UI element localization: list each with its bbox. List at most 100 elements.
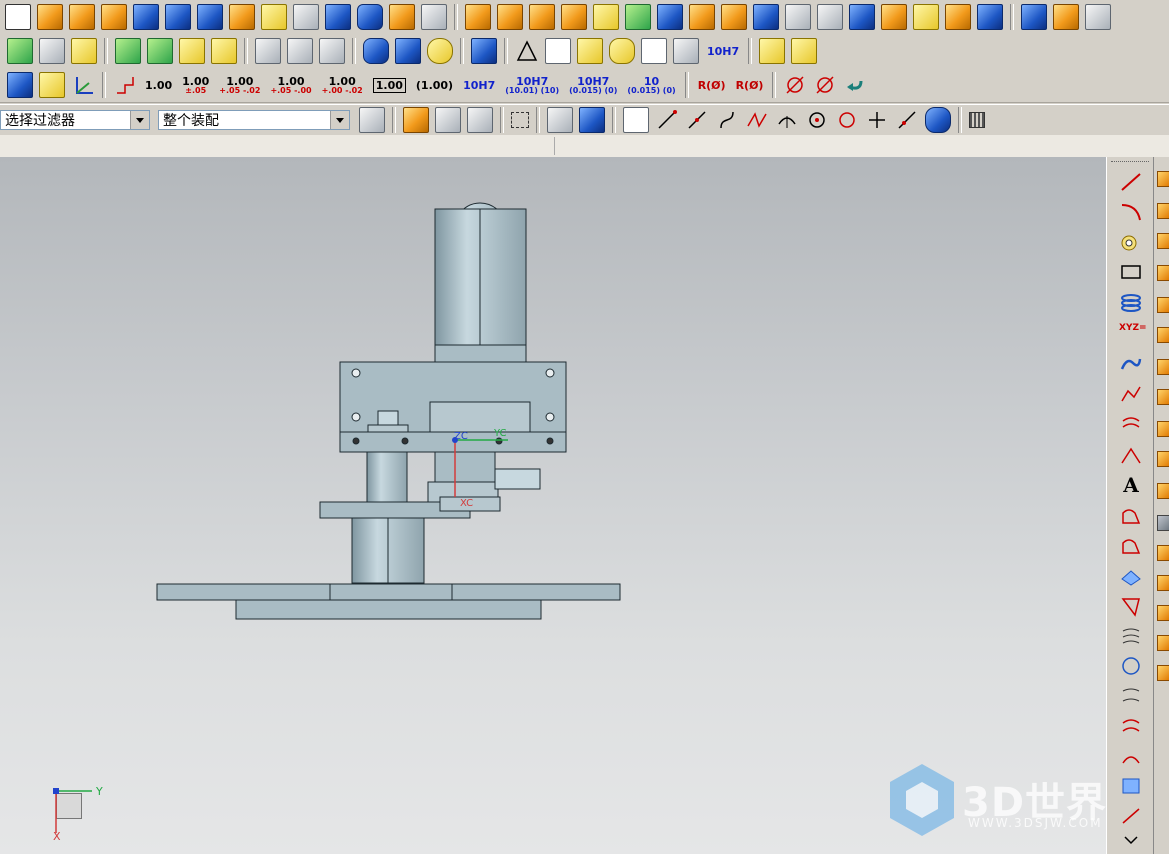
move-face-icon[interactable] (977, 4, 1003, 30)
helix-icon[interactable] (1119, 291, 1143, 313)
select-edges-icon[interactable] (467, 107, 493, 133)
brush-icon[interactable] (673, 38, 699, 64)
extract-curve-icon[interactable] (1119, 595, 1143, 617)
feature-cube-icon[interactable] (1157, 575, 1169, 591)
unite-icon[interactable] (593, 4, 619, 30)
chamfer-icon[interactable] (785, 4, 811, 30)
slot-icon[interactable] (293, 4, 319, 30)
arc-icon[interactable] (1119, 201, 1143, 223)
dim-nominal[interactable]: 1.00 (145, 80, 172, 91)
trim-body-icon[interactable] (817, 4, 843, 30)
feature-cube-icon[interactable] (1157, 359, 1169, 375)
dim-step-icon[interactable] (113, 73, 137, 97)
extend-curve-icon[interactable] (1119, 715, 1143, 737)
selection-scope-dropdown[interactable]: 整个装配 (158, 110, 350, 130)
fit-dropdown[interactable]: 10H7 (707, 46, 739, 57)
filter-settings-icon[interactable] (359, 107, 385, 133)
fillet-curve-icon[interactable] (1119, 775, 1143, 797)
washer-icon[interactable] (427, 38, 453, 64)
groove-icon[interactable] (325, 4, 351, 30)
ruled-surface-icon[interactable] (287, 38, 313, 64)
book-icon[interactable] (657, 4, 683, 30)
intersect-curve-icon[interactable] (1119, 535, 1143, 557)
snap-control-icon[interactable] (715, 108, 739, 132)
wave-surface-icon[interactable] (255, 38, 281, 64)
select-features-icon[interactable] (403, 107, 429, 133)
select-faces-icon[interactable] (435, 107, 461, 133)
dim-limit-2[interactable]: 1.00 +.05 -.00 (270, 76, 311, 95)
thread-icon[interactable] (389, 4, 415, 30)
feature-cube-icon[interactable] (1157, 297, 1169, 313)
part-navigator-icon[interactable] (7, 72, 33, 98)
cylinder-feature-icon[interactable] (165, 4, 191, 30)
dots-array-icon[interactable] (561, 4, 587, 30)
selection-filter-dropdown[interactable]: 选择过滤器 (0, 110, 150, 130)
curve-length-icon[interactable] (1119, 805, 1143, 827)
law-curve-label[interactable]: XYZ= (1119, 323, 1147, 345)
offset-face-icon[interactable] (721, 4, 747, 30)
note-icon[interactable] (641, 38, 667, 64)
subtract-icon[interactable] (625, 4, 651, 30)
circles-icon[interactable] (609, 38, 635, 64)
text-tool[interactable]: A (1119, 473, 1143, 497)
circle-icon[interactable] (1119, 231, 1143, 253)
line-icon[interactable] (1119, 171, 1143, 193)
feature-cube-icon[interactable] (1157, 483, 1169, 499)
spring-icon[interactable] (363, 38, 389, 64)
snap-intersect-icon[interactable] (745, 108, 769, 132)
move-to-layer-icon[interactable] (71, 38, 97, 64)
undo-arrow-icon[interactable] (843, 73, 867, 97)
feature-cube-icon[interactable] (1157, 203, 1169, 219)
snap-face-icon[interactable] (925, 107, 951, 133)
section-curve-icon[interactable] (1119, 565, 1143, 587)
chevron-down-icon[interactable] (1119, 833, 1143, 849)
rectangle-select-icon[interactable] (511, 112, 529, 128)
array-icon[interactable] (529, 4, 555, 30)
snap-all-icon[interactable] (623, 107, 649, 133)
feature-cube-icon[interactable] (1157, 389, 1169, 405)
project-curve-icon[interactable] (1119, 505, 1143, 527)
triangle-icon[interactable] (515, 39, 539, 63)
pocket-icon[interactable] (229, 4, 255, 30)
dim-bilateral[interactable]: 1.00 ±.05 (182, 76, 209, 95)
select-body-icon[interactable] (547, 107, 573, 133)
boss-icon[interactable] (197, 4, 223, 30)
fit-tol-2[interactable]: 10H7 (0.015) (0) (569, 76, 617, 95)
pad-icon[interactable] (261, 4, 287, 30)
isoparametric-icon[interactable] (1119, 625, 1143, 647)
graphics-viewport[interactable]: ZC YC XC Y X (0, 157, 1106, 854)
feature-cube-icon[interactable] (1157, 635, 1169, 651)
spring-coil-icon[interactable] (395, 38, 421, 64)
draft-icon[interactable] (753, 4, 779, 30)
face-blend-icon[interactable] (945, 4, 971, 30)
edge-blend-icon[interactable] (881, 4, 907, 30)
dim-basic[interactable]: 1.00 (372, 77, 406, 93)
new-sketch-rect-icon[interactable] (5, 4, 31, 30)
radius-tool-2[interactable]: R(Ø) (736, 80, 764, 91)
diameter-icon[interactable] (783, 73, 807, 97)
diameter-alt-icon[interactable] (813, 73, 837, 97)
select-solid-icon[interactable] (579, 107, 605, 133)
assembly-new-icon[interactable] (791, 38, 818, 64)
table-icon[interactable] (545, 38, 571, 64)
pattern-icon[interactable] (465, 4, 491, 30)
snap-existing-point-icon[interactable] (865, 108, 889, 132)
snap-quadrant-icon[interactable] (835, 108, 859, 132)
spline-icon[interactable] (1119, 353, 1143, 375)
snap-midpoint-icon[interactable] (685, 108, 709, 132)
snap-endpoint-icon[interactable] (655, 108, 679, 132)
snap-arc-center-icon[interactable] (775, 108, 799, 132)
grid-toggle-icon[interactable] (969, 112, 985, 128)
check-geometry-icon[interactable] (115, 38, 141, 64)
layer-visible-icon[interactable] (39, 38, 65, 64)
view-top-icon[interactable] (1085, 4, 1111, 30)
analysis-icon[interactable] (179, 38, 205, 64)
scale-body-icon[interactable] (913, 4, 939, 30)
radius-tool-1[interactable]: R(Ø) (698, 80, 726, 91)
gear-tool-icon[interactable] (471, 38, 497, 64)
feature-cube-icon[interactable] (1157, 665, 1169, 681)
feature-cube-icon[interactable] (1157, 327, 1169, 343)
shell-icon[interactable] (689, 4, 715, 30)
fit-tol-1[interactable]: 10H7 (10.01) (10) (505, 76, 559, 95)
feature-cube-gray-icon[interactable] (1157, 515, 1169, 531)
